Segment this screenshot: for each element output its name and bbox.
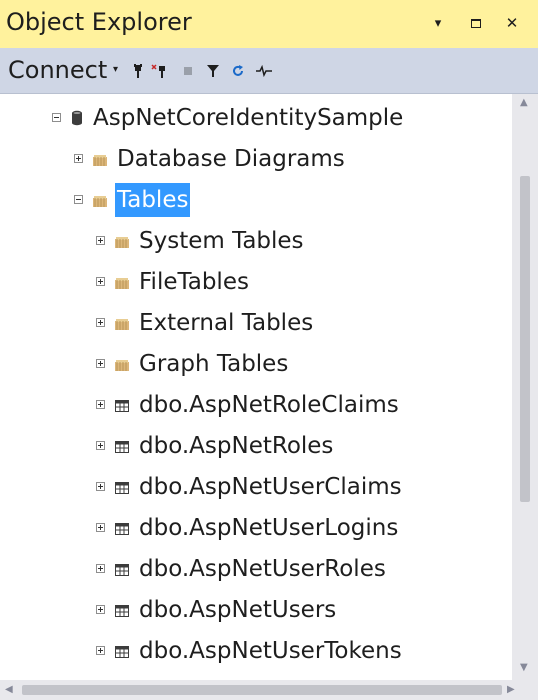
connect-dropdown-caret[interactable]: ▾ [113, 64, 118, 75]
scroll-down-icon[interactable]: ▼ [520, 662, 528, 673]
toolbar: Connect ▾ [0, 48, 538, 94]
expand-icon[interactable] [96, 564, 105, 573]
panel-title-bar: Object Explorer ▾ ✕ [0, 0, 538, 48]
table-icon [115, 562, 129, 576]
tree-node-table[interactable]: dbo.AspNetUserClaims [96, 466, 404, 507]
expand-icon[interactable] [96, 400, 105, 409]
table-icon [115, 480, 129, 494]
folder-icon [115, 234, 129, 248]
tree-node-label: External Tables [139, 309, 314, 336]
tree-node-label: Graph Tables [139, 350, 289, 377]
tree-node-label: dbo.AspNetUserTokens [139, 637, 402, 664]
folder-icon [115, 275, 129, 289]
panel-title: Object Explorer [6, 8, 192, 36]
tree-node-label: System Tables [139, 227, 304, 254]
scroll-up-icon[interactable]: ▲ [520, 97, 528, 108]
tree-node-database-diagrams[interactable]: Database Diagrams [74, 138, 347, 179]
tree-node-tables[interactable]: Tables [74, 179, 191, 220]
tree-node-table[interactable]: dbo.AspNetUsers [96, 589, 338, 630]
stop-icon[interactable] [180, 62, 196, 80]
activity-monitor-icon[interactable] [256, 62, 272, 80]
expand-icon[interactable] [96, 277, 105, 286]
tree-node-database[interactable]: AspNetCoreIdentitySample [52, 97, 405, 138]
disconnect-icon[interactable] [151, 62, 167, 80]
tree-node-label: dbo.AspNetRoles [139, 432, 334, 459]
tree-node-label: Database Diagrams [117, 145, 345, 172]
connect-button[interactable]: Connect [8, 56, 107, 84]
folder-icon [115, 316, 129, 330]
expand-icon[interactable] [96, 482, 105, 491]
tree-node-label-selected: Tables [115, 182, 191, 217]
expand-icon[interactable] [96, 523, 105, 532]
vertical-scrollbar[interactable]: ▲ ▼ [512, 94, 538, 680]
scroll-right-icon[interactable]: ▶ [507, 684, 515, 695]
folder-icon [115, 357, 129, 371]
horizontal-scroll-thumb[interactable] [22, 685, 502, 695]
tree-node-label: AspNetCoreIdentitySample [93, 104, 404, 131]
folder-icon [93, 152, 107, 166]
tree-node-label: dbo.AspNetUserClaims [139, 473, 402, 500]
maximize-icon[interactable] [465, 12, 487, 34]
tree-node-table[interactable]: dbo.AspNetUserTokens [96, 630, 404, 671]
tree-node-table[interactable]: dbo.AspNetRoleClaims [96, 384, 401, 425]
tree-node-label: FileTables [139, 268, 249, 295]
table-icon [115, 521, 129, 535]
vertical-scroll-thumb[interactable] [520, 176, 530, 502]
connect-icon[interactable] [130, 62, 146, 80]
tree-node-external-tables[interactable]: External Tables [96, 302, 315, 343]
tree-node-table[interactable]: dbo.AspNetUserRoles [96, 548, 388, 589]
expand-icon[interactable] [96, 359, 105, 368]
tree-node-graph-tables[interactable]: Graph Tables [96, 343, 290, 384]
horizontal-scrollbar[interactable]: ◀ ▶ [0, 680, 538, 700]
tree-node-label: dbo.AspNetUserRoles [139, 555, 386, 582]
tree-node-system-tables[interactable]: System Tables [96, 220, 306, 261]
tree-node-file-tables[interactable]: FileTables [96, 261, 251, 302]
table-icon [115, 603, 129, 617]
filter-icon[interactable] [205, 62, 221, 80]
refresh-icon[interactable] [230, 62, 246, 80]
tree-node-label: dbo.AspNetUserLogins [139, 514, 399, 541]
expand-icon[interactable] [74, 154, 83, 163]
collapse-icon[interactable] [74, 195, 83, 204]
scroll-left-icon[interactable]: ◀ [5, 684, 13, 695]
expand-icon[interactable] [96, 318, 105, 327]
expand-icon[interactable] [96, 646, 105, 655]
expand-icon[interactable] [96, 236, 105, 245]
expand-icon[interactable] [96, 441, 105, 450]
table-icon [115, 398, 129, 412]
collapse-icon[interactable] [52, 113, 61, 122]
folder-icon [93, 193, 107, 207]
tree-node-label: dbo.AspNetRoleClaims [139, 391, 399, 418]
expand-icon[interactable] [96, 605, 105, 614]
table-icon [115, 644, 129, 658]
tree-node-table[interactable]: dbo.AspNetUserLogins [96, 507, 400, 548]
table-icon [115, 439, 129, 453]
pin-icon[interactable]: ▾ [427, 12, 449, 34]
object-explorer-tree: AspNetCoreIdentitySample Database Diagra… [0, 94, 512, 680]
tree-node-label: dbo.AspNetUsers [139, 596, 337, 623]
database-icon [71, 110, 83, 126]
close-icon[interactable]: ✕ [501, 12, 523, 34]
tree-node-table[interactable]: dbo.AspNetRoles [96, 425, 335, 466]
